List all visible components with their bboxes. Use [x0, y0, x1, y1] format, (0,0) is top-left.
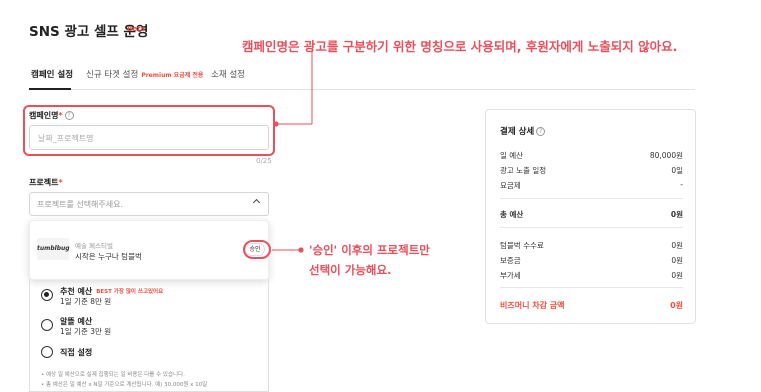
callout-line: '승인' 이후의 프로젝트만: [309, 243, 430, 257]
page: SNS 광고 셀프 운영 Beta 캠페인명은 광고를 구분하기 위한 명칭으로…: [0, 0, 761, 392]
summary-row: 일 예산 80,000원: [500, 151, 683, 160]
summary-row: 요금제 -: [500, 180, 683, 190]
radio-recommended-budget[interactable]: [41, 289, 53, 301]
radio-custom-budget[interactable]: [41, 346, 53, 358]
total-budget-row: 총 예산 0원: [500, 210, 683, 219]
custom-budget-title: 직접 설정: [60, 348, 93, 357]
callout-line: 선택이 가능해요.: [309, 263, 392, 277]
radio-saving-budget[interactable]: [41, 319, 53, 331]
bizmoney-deduction-row: 비즈머니 차감 금액 0원: [500, 301, 683, 310]
recommended-budget-sub: 1일 기준 8만 원: [60, 297, 112, 306]
saving-budget-sub: 1일 기준 3만 원: [60, 327, 112, 336]
divider: [500, 198, 683, 199]
summary-title: 결제 상세?: [500, 125, 546, 137]
divider: [500, 287, 683, 288]
divider: [500, 227, 683, 228]
summary-row: 보증금 0원: [500, 256, 683, 265]
payment-summary-panel: 결제 상세? 일 예산 80,000원 광고 노출 일정 0일 요금제 - 총 예산 0…: [485, 109, 696, 324]
approved-callout: '승인' 이후의 프로젝트만 선택이 가능해요.: [309, 240, 509, 280]
summary-row: 텀블벅 수수료 0원: [500, 241, 683, 250]
best-badge: BEST 가장 많이 쓰고있어요: [96, 289, 164, 295]
budget-options: 추천 예산 BEST 가장 많이 쓰고있어요 1일 기준 8만 원 알뜰 예산 1…: [29, 279, 269, 392]
budget-note: • 총 예산은 일 예산 x N일 기준으로 계산됩니다. 예) 30,000원…: [41, 382, 208, 388]
budget-note: • 예상 일 예산으로 실제 집행되는 일 비용은 다를 수 있습니다.: [41, 372, 185, 378]
help-icon[interactable]: ?: [536, 127, 546, 136]
summary-row: 부가세 0원: [500, 271, 683, 280]
summary-row: 광고 노출 일정 0일: [500, 166, 683, 175]
